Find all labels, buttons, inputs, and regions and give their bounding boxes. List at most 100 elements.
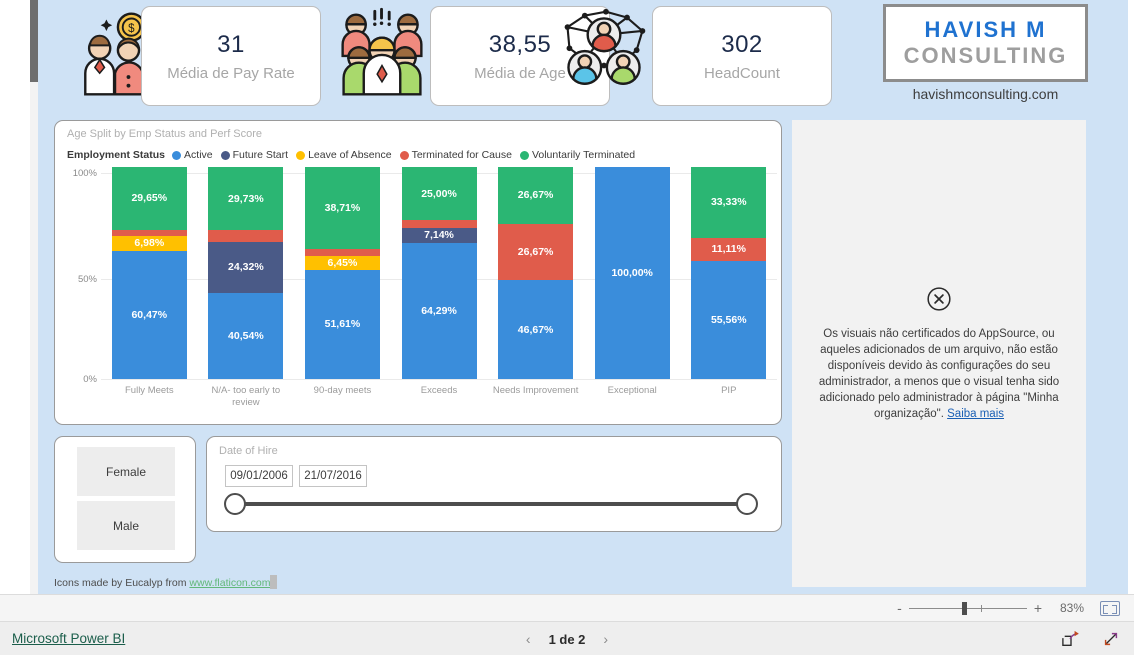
date-of-hire-slicer[interactable]: Date of Hire 09/01/2006 21/07/2016 <box>206 436 782 532</box>
x-axis-label: Needs Improvement <box>492 385 579 396</box>
bar-segment-label: 55,56% <box>710 314 747 327</box>
previous-page-button[interactable]: ‹ <box>526 631 531 647</box>
date-slider-handle-right[interactable] <box>736 493 758 515</box>
zoom-slider[interactable] <box>908 601 1027 615</box>
bar-column[interactable]: 29,73% 24,32% 40,54% <box>198 167 295 379</box>
page-indicator: 1 de 2 <box>548 631 586 647</box>
footer-bar: Microsoft Power BI ‹ 1 de 2 › <box>0 621 1134 655</box>
bar-segment-label: 51,61% <box>324 318 361 331</box>
legend-item-1[interactable]: Future Start <box>220 149 288 161</box>
stacked-bar[interactable]: 38,71% 6,45% 51,61% <box>304 167 380 379</box>
bar-column[interactable]: 26,67% 26,67% 46,67% <box>487 167 584 379</box>
legend-item-4[interactable]: Voluntarily Terminated <box>519 149 635 161</box>
stacked-bar[interactable]: 33,33% 11,11% 55,56% <box>691 167 767 379</box>
bar-segment[interactable]: 11,11% <box>691 237 767 262</box>
bar-segment-label: 100,00% <box>611 267 653 279</box>
bar-segment[interactable] <box>304 249 380 256</box>
bar-segment[interactable]: 6,98% <box>111 236 187 251</box>
zoom-in-button[interactable]: + <box>1034 600 1042 616</box>
bar-segment-label: 33,33% <box>710 196 747 209</box>
bar-column[interactable]: 25,00% 7,14% 64,29% <box>391 167 488 379</box>
x-axis-label: N/A- too early to review <box>211 385 281 408</box>
zoom-slider-thumb[interactable] <box>961 601 967 615</box>
chart-legend: Employment Status Active Future Start Leav… <box>67 149 643 161</box>
bar-column[interactable]: 100,00% <box>584 167 681 379</box>
power-bi-report-viewer: $ 31 Média de Pay Rate 38,55 Média de Ag… <box>0 0 1134 655</box>
bar-segment[interactable]: 29,65% <box>111 167 187 230</box>
stacked-bar[interactable]: 29,65% 6,98% 60,47% <box>111 167 187 379</box>
logo-line-2: CONSULTING <box>903 43 1068 68</box>
bar-segment[interactable]: 24,32% <box>208 241 284 294</box>
slicer-option-female[interactable]: Female <box>77 447 175 496</box>
bar-segment[interactable]: 25,00% <box>401 167 477 221</box>
learn-more-link[interactable]: Saiba mais <box>947 408 1004 420</box>
age-split-chart-visual[interactable]: Age Split by Emp Status and Perf Score E… <box>54 120 782 425</box>
bar-segment-label: 60,47% <box>131 308 168 321</box>
legend-label: Active <box>184 149 213 161</box>
bar-segment[interactable]: 60,47% <box>111 250 187 379</box>
flaticon-link[interactable]: www.flaticon.com <box>189 577 270 589</box>
x-axis-label: Fully Meets <box>125 385 174 396</box>
legend-item-2[interactable]: Leave of Absence <box>296 149 392 161</box>
stacked-bar[interactable]: 29,73% 24,32% 40,54% <box>208 167 284 379</box>
bar-column[interactable]: 33,33% 11,11% 55,56% <box>680 167 777 379</box>
bar-segment-label: 26,67% <box>517 189 554 202</box>
bar-segment[interactable]: 55,56% <box>691 261 767 379</box>
date-from-input[interactable]: 09/01/2006 <box>225 465 293 487</box>
fullscreen-icon[interactable] <box>1102 630 1120 648</box>
svg-text:$: $ <box>128 23 135 35</box>
y-tick-100: 100% <box>72 168 97 179</box>
bar-segment[interactable]: 38,71% <box>304 167 380 250</box>
stacked-bar[interactable]: 26,67% 26,67% 46,67% <box>498 167 574 379</box>
date-slicer-title: Date of Hire <box>219 445 278 457</box>
slicer-option-male[interactable]: Male <box>77 501 175 550</box>
bar-segment-label: 64,29% <box>421 304 457 317</box>
bar-segment[interactable]: 33,33% <box>691 167 767 238</box>
chart-bars: 29,65% 6,98% 60,47% 29,73% 24,32% 40,54% 38,71… <box>101 167 777 379</box>
canvas-scrollbar-track[interactable] <box>30 0 38 594</box>
bar-column[interactable]: 29,65% 6,98% 60,47% <box>101 167 198 379</box>
page-navigator: ‹ 1 de 2 › <box>0 622 1134 655</box>
fit-to-page-icon[interactable] <box>1100 600 1120 616</box>
date-to-input[interactable]: 21/07/2016 <box>299 465 367 487</box>
bar-segment[interactable]: 26,67% <box>498 223 574 281</box>
bar-segment[interactable] <box>208 230 284 242</box>
stacked-bar[interactable]: 100,00% <box>594 167 670 379</box>
legend-item-3[interactable]: Terminated for Cause <box>399 149 512 161</box>
bar-segment[interactable]: 40,54% <box>208 293 284 379</box>
bar-segment-label: 29,73% <box>228 192 264 205</box>
bar-segment[interactable]: 64,29% <box>401 242 477 379</box>
x-axis-label: PIP <box>721 385 737 396</box>
date-slider-handle-left[interactable] <box>224 493 246 515</box>
bar-segment[interactable]: 26,67% <box>498 167 574 224</box>
x-axis-label: Exceptional <box>607 385 657 396</box>
legend-label: Terminated for Cause <box>411 149 512 161</box>
legend-swatch-icon <box>172 150 182 160</box>
blocked-visual-panel: Os visuais não certificados do AppSource… <box>792 120 1086 587</box>
bar-segment-label: 7,14% <box>424 229 454 242</box>
bar-segment[interactable]: 46,67% <box>498 280 574 379</box>
kpi-card-pay-rate: 31 Média de Pay Rate <box>141 6 321 106</box>
legend-swatch-icon <box>519 150 529 160</box>
bar-segment[interactable]: 51,61% <box>304 269 380 379</box>
bar-column[interactable]: 38,71% 6,45% 51,61% <box>294 167 391 379</box>
date-slider-track[interactable] <box>224 493 758 515</box>
zoom-level-label: 83% <box>1059 601 1084 615</box>
gender-slicer[interactable]: Female Male <box>54 436 196 563</box>
bar-segment[interactable] <box>401 220 477 228</box>
bar-segment[interactable]: 100,00% <box>594 167 670 379</box>
legend-swatch-icon <box>220 150 230 160</box>
canvas-scrollbar-thumb[interactable] <box>30 0 38 82</box>
zoom-out-button[interactable]: - <box>897 600 902 616</box>
logo-website-url: havishmconsulting.com <box>912 86 1059 102</box>
legend-item-0[interactable]: Active <box>172 149 213 161</box>
bar-segment[interactable]: 29,73% <box>208 167 284 231</box>
bar-segment-label: 25,00% <box>421 187 457 200</box>
credit-text: Icons made by Eucalyp from <box>54 577 190 589</box>
bar-segment[interactable]: 6,45% <box>304 255 380 270</box>
next-page-button[interactable]: › <box>603 631 608 647</box>
bar-segment[interactable]: 7,14% <box>401 227 477 243</box>
stacked-bar[interactable]: 25,00% 7,14% 64,29% <box>401 167 477 379</box>
share-icon[interactable] <box>1062 630 1080 648</box>
legend-title: Employment Status <box>67 149 166 161</box>
